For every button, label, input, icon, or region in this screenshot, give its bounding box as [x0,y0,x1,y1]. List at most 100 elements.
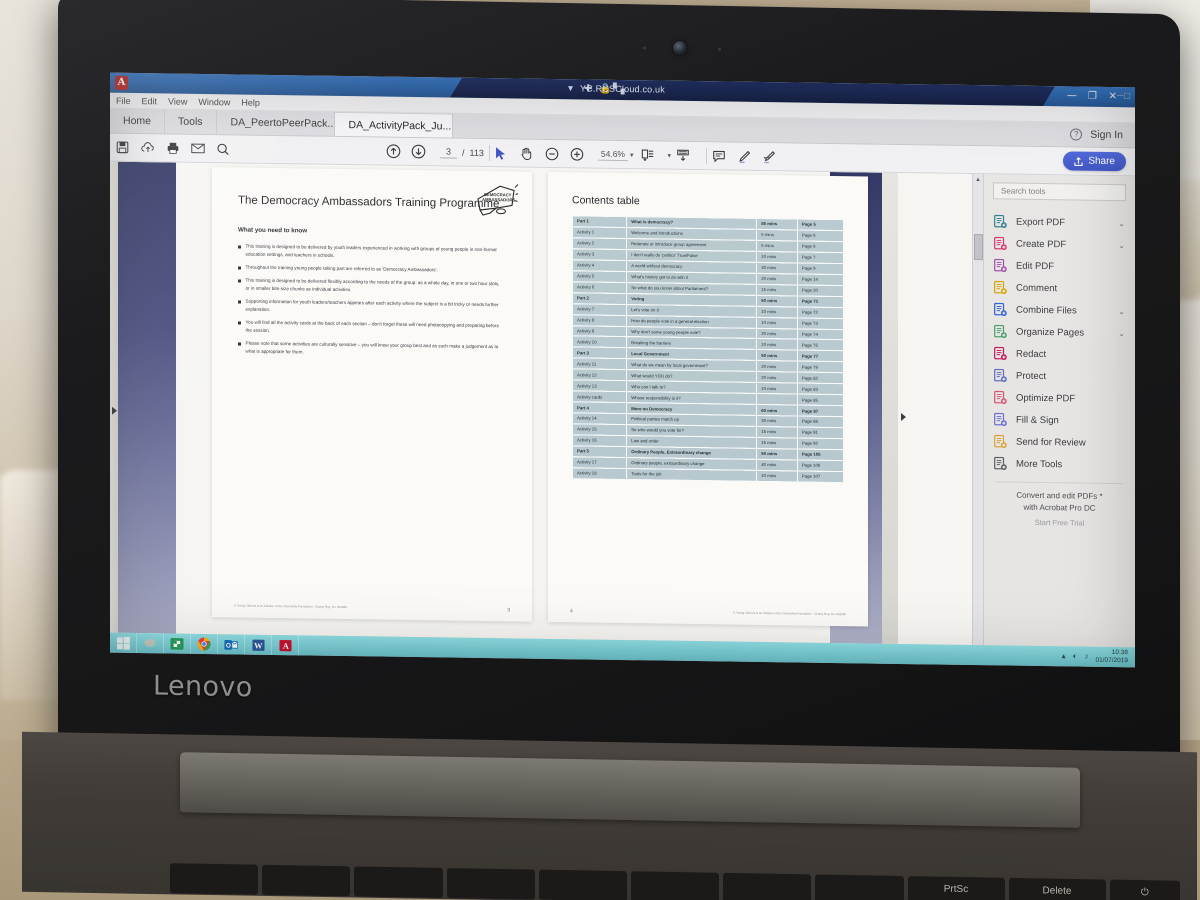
list-item: Throughout the training young people tak… [238,264,504,275]
tool-item-edit-pdf[interactable]: Edit PDF [984,254,1135,278]
row-duration: 20 mins [756,327,798,340]
minimize-button[interactable]: — [1067,90,1077,101]
tool-item-organize-pages[interactable]: Organize Pages ⌄ [984,320,1135,344]
page-fit-icon[interactable] [641,148,666,162]
next-page-button[interactable] [411,144,436,159]
network-icon[interactable]: ◐ [1073,651,1078,661]
hand-tool-icon[interactable] [520,146,545,160]
tool-item-combine-files[interactable]: Combine Files ⌄ [984,298,1135,322]
chevron-down-icon[interactable]: ⌄ [1118,307,1125,316]
outer-window-controls[interactable]: ─◻ [1117,90,1131,101]
search-button[interactable] [137,633,164,654]
right-page-arrow[interactable] [901,412,906,422]
chevron-down-icon[interactable]: ⌄ [1118,329,1125,338]
panel-divider [996,481,1123,485]
tool-item-more-tools[interactable]: More Tools [984,452,1135,476]
menu-item-view[interactable]: View [168,96,187,106]
row-page: Page 88 [797,416,844,428]
tab-tools[interactable]: Tools [165,109,217,135]
menu-item-help[interactable]: Help [241,97,260,107]
vertical-scrollbar[interactable]: ▴ [972,174,983,646]
tab-da-activitypack[interactable]: DA_ActivityPack_Ju... ✕ [334,111,453,138]
acrobat-button[interactable]: A [272,634,299,656]
svg-text:O: O [226,642,231,649]
tool-item-fill-sign[interactable]: Fill & Sign [984,408,1135,432]
row-page: Page 106 [797,459,844,472]
create-pdf-icon [993,236,1008,251]
outlook-button[interactable]: O [218,634,245,655]
save-icon[interactable] [116,141,141,154]
row-label: Activity 10 [572,336,627,348]
start-free-trial-link[interactable]: Start Free Trial [984,517,1135,530]
row-duration: 10 mins [756,470,798,482]
zoom-out-icon[interactable] [545,146,570,160]
restore-button[interactable]: ❐ [1088,91,1097,102]
current-page-input[interactable]: 3 [440,145,457,159]
tool-item-export-pdf[interactable]: Export PDF ⌄ [984,210,1135,234]
search-tools-input[interactable]: Search tools [993,182,1126,202]
zoom-level-value[interactable]: 54.6% [597,148,628,161]
tool-item-create-pdf[interactable]: Create PDF ⌄ [984,232,1135,256]
sign-in-button[interactable]: Sign In [1090,129,1123,141]
scroll-mode-icon[interactable] [676,148,701,162]
print-icon[interactable] [166,141,191,154]
row-label: Activity 5 [572,270,627,283]
menu-item-file[interactable]: File [116,95,131,105]
page-number: 3 [507,607,510,614]
row-duration: 10 mins [756,338,798,351]
clock[interactable]: 10:38 01/07/2019 [1095,649,1128,666]
row-duration: 30 mins [756,262,798,274]
row-page: Page 74 [797,328,844,341]
share-button[interactable]: Share [1063,151,1126,172]
previous-page-button[interactable] [386,144,411,159]
sign-in-area: ? Sign In [1070,122,1135,147]
start-button[interactable] [110,632,137,654]
menu-item-edit[interactable]: Edit [142,96,158,106]
page-fit-caret[interactable]: ▾ [668,151,672,159]
cursor-arrow-icon[interactable] [495,146,520,160]
pdf-page-left: The Democracy Ambassadors Training Progr… [212,167,532,622]
page-navigator: 3 / 113 [440,145,484,159]
optimize-pdf-icon [993,390,1008,405]
row-page: Page 77 [797,350,844,363]
tool-item-protect[interactable]: Protect [984,364,1135,388]
volume-icon[interactable]: ♪ [1084,652,1088,662]
zoom-in-icon[interactable] [570,147,595,161]
row-label: Activity 17 [572,456,627,469]
tab-da-peertopeerpack[interactable]: DA_PeertoPeerPack... [216,110,335,136]
tool-item-send-for-review[interactable]: Send for Review [984,430,1135,454]
chevron-down-icon[interactable]: ⌄ [1118,219,1125,228]
upload-cloud-icon[interactable] [141,141,166,154]
bullet-marker [238,300,241,304]
chrome-button[interactable] [191,633,218,655]
tab-home[interactable]: Home [110,108,166,134]
row-page: Page 105 [797,449,844,461]
list-item: This training is designed to be delivere… [238,243,504,262]
tab-label: DA_PeertoPeerPack... [230,116,335,130]
tool-item-optimize-pdf[interactable]: Optimize PDF [984,386,1135,410]
row-label: Activity 12 [572,369,627,381]
bullet-text: This training is designed to be delivere… [245,278,500,293]
word-button[interactable]: W [245,634,272,655]
page-subheading: What you need to know [238,226,308,235]
help-icon[interactable]: ? [1070,128,1083,141]
show-hidden-icons-icon[interactable]: ▴ [1062,651,1066,661]
tool-item-redact[interactable]: Redact [984,342,1135,366]
menu-item-window[interactable]: Window [198,96,230,106]
document-pane[interactable]: The Democracy Ambassadors Training Progr… [110,161,972,646]
email-icon[interactable] [191,143,216,154]
sign-icon[interactable] [762,149,787,163]
left-page-arrow[interactable] [112,406,117,415]
scroll-up-button[interactable]: ▴ [976,174,980,184]
search-icon[interactable] [216,142,241,156]
zoom-dropdown-caret[interactable]: ▾ [630,151,634,159]
row-label: Activity cards [572,391,627,403]
comment-icon[interactable] [712,149,737,163]
store-button[interactable] [164,633,191,654]
highlight-pen-icon[interactable] [737,149,762,163]
tool-item-comment[interactable]: Comment [984,276,1135,300]
document-background-band-left [118,161,176,634]
chevron-down-icon[interactable]: ⌄ [1118,241,1125,250]
close-button[interactable]: ✕ [1109,91,1117,102]
scrollbar-thumb[interactable] [973,234,983,261]
